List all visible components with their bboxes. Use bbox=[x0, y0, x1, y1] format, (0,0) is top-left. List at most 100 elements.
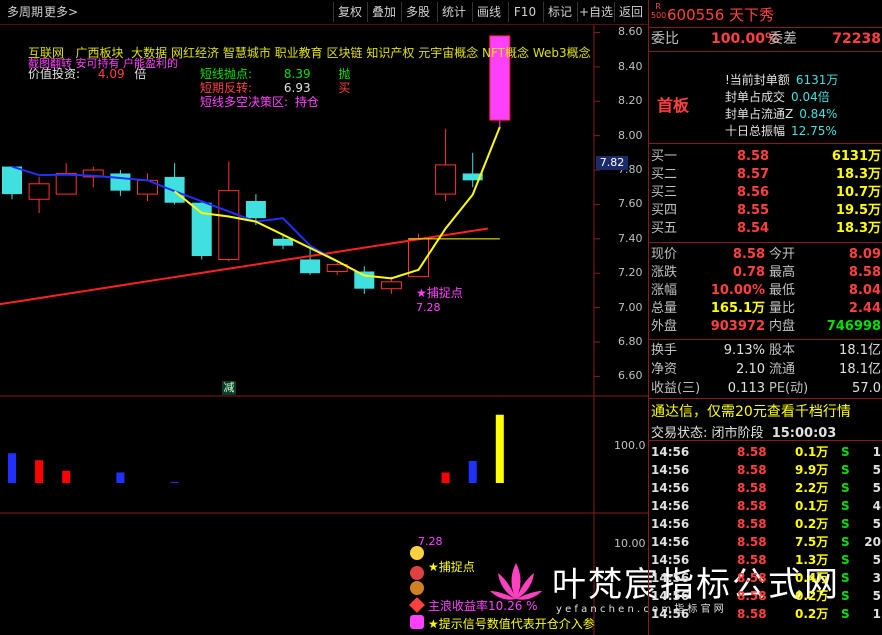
fuquan-button[interactable]: 复权 bbox=[333, 2, 366, 22]
tick-row: 14:56 8.58 9.9万 S 5 bbox=[651, 461, 881, 479]
stat-value: 903972 bbox=[710, 319, 765, 334]
stat2-label: 股本 bbox=[769, 343, 796, 358]
volume-bar bbox=[116, 472, 125, 483]
candle-body bbox=[28, 183, 50, 200]
buy-row[interactable]: 买一 8.58 6131万 bbox=[651, 148, 881, 166]
value-invest-unit: 倍 bbox=[134, 67, 147, 81]
short-reversal-tag: 买 bbox=[338, 81, 351, 95]
trade-time: 15:00:03 bbox=[771, 426, 837, 441]
tongji-button[interactable]: 统计 bbox=[437, 2, 470, 22]
stat-value: 10.00% bbox=[710, 283, 765, 298]
stat-label: 总量 bbox=[651, 301, 678, 316]
tick-time: 14:56 bbox=[651, 463, 690, 477]
tick-time: 14:56 bbox=[651, 535, 690, 549]
stat-value: 2.44 bbox=[848, 301, 881, 316]
concept-tag[interactable]: 知识产权 bbox=[366, 46, 414, 60]
huaxian-button[interactable]: 画线 bbox=[472, 2, 505, 22]
tick-time: 14:56 bbox=[651, 481, 690, 495]
back-button[interactable]: 返回 bbox=[614, 2, 647, 22]
tick-volume: 0.1万 bbox=[795, 445, 829, 459]
stat-label: 外盘 bbox=[651, 319, 678, 334]
trade-status-value: 闭市阶段 bbox=[711, 426, 764, 441]
divider bbox=[649, 440, 882, 441]
stat-value: 0.78 bbox=[732, 265, 765, 280]
buy-row[interactable]: 买二 8.57 18.3万 bbox=[651, 166, 881, 184]
tick-price: 8.58 bbox=[737, 481, 767, 495]
price-axis-label: 7.60 bbox=[618, 197, 643, 211]
divider bbox=[649, 27, 882, 28]
seal-row: 封单占流通Z 0.84% bbox=[725, 105, 837, 122]
candle-body bbox=[2, 166, 22, 195]
buy-row-price: 8.56 bbox=[737, 185, 770, 200]
tick-price: 8.58 bbox=[737, 517, 767, 531]
weicha-value: 72238 bbox=[832, 31, 881, 47]
lotus-logo-icon bbox=[488, 559, 544, 609]
tick-side: S bbox=[841, 553, 850, 567]
concept-tag[interactable]: 智慧城市 bbox=[223, 46, 271, 60]
f10-button[interactable]: F10 bbox=[508, 2, 541, 22]
stat-value: 8.09 bbox=[848, 247, 881, 262]
buy-row[interactable]: 买三 8.56 10.7万 bbox=[651, 184, 881, 202]
buy-row-price: 8.58 bbox=[737, 149, 770, 164]
buy-row-label: 买二 bbox=[651, 167, 678, 182]
weicha-label: 委差 bbox=[769, 31, 797, 47]
candle-body bbox=[218, 190, 240, 260]
stat2-row: 换手 9.13% 股本 18.1亿 bbox=[651, 342, 881, 360]
concept-tag[interactable]: 网红经济 bbox=[171, 46, 219, 60]
concept-tag[interactable]: 职业教育 bbox=[275, 46, 323, 60]
tick-row: 14:56 8.58 0.1万 S 4 bbox=[651, 497, 881, 515]
value-invest-label: 价值投资: bbox=[28, 67, 81, 81]
add-watchlist-button[interactable]: +自选 bbox=[577, 2, 614, 22]
value-invest-num: 4.09 bbox=[97, 67, 125, 81]
trophy-icon bbox=[410, 566, 424, 580]
tick-volume: 2.2万 bbox=[795, 481, 829, 495]
concept-tag[interactable]: 元宇宙概念 bbox=[418, 46, 478, 60]
seal-row-value: 12.75% bbox=[791, 124, 837, 138]
concept-tag[interactable]: NFT概念 bbox=[482, 46, 529, 60]
tick-price: 8.58 bbox=[737, 553, 767, 567]
promo-link[interactable]: 通达信，仅需20元查看千档行情 bbox=[651, 401, 851, 421]
stat2-value: 18.1亿 bbox=[839, 343, 881, 358]
stat2-value: 9.13% bbox=[723, 343, 765, 358]
tick-row: 14:56 8.58 0.2万 S 5 bbox=[651, 587, 881, 605]
stat2-row: 收益(三) 0.113 PE(动) 57.0 bbox=[651, 380, 881, 398]
tick-time: 14:56 bbox=[651, 517, 690, 531]
candle-body bbox=[191, 202, 212, 257]
concept-tag[interactable]: 区块链 bbox=[327, 46, 363, 60]
tick-count: 1 bbox=[872, 607, 881, 621]
stock-name: 天下秀 bbox=[729, 6, 775, 24]
divider bbox=[649, 339, 882, 340]
tick-time: 14:56 bbox=[651, 589, 690, 603]
tick-volume: 0.2万 bbox=[795, 517, 829, 531]
candle-body bbox=[300, 259, 321, 274]
bottom-capture: ★捕捉点 bbox=[428, 558, 475, 575]
more-button[interactable]: 更多> bbox=[40, 2, 82, 22]
duogu-button[interactable]: 多股 bbox=[401, 2, 434, 22]
price-axis-label: 7.40 bbox=[618, 231, 643, 245]
buy-row[interactable]: 买五 8.54 18.3万 bbox=[651, 220, 881, 238]
volume-bar bbox=[495, 414, 504, 483]
biaoji-button[interactable]: 标记 bbox=[543, 2, 576, 22]
seal-row-value: 6131万 bbox=[795, 73, 839, 87]
stat2-value: 2.10 bbox=[736, 362, 765, 377]
stat-label: 涨跌 bbox=[651, 265, 678, 280]
diejia-button[interactable]: 叠加 bbox=[367, 2, 400, 22]
kline-chart[interactable] bbox=[0, 25, 648, 635]
tick-time: 14:56 bbox=[651, 553, 690, 567]
tick-volume: 1.3万 bbox=[795, 553, 829, 567]
robot-icon bbox=[410, 615, 424, 629]
divider bbox=[649, 51, 882, 52]
tick-count: 3 bbox=[872, 571, 881, 585]
tick-volume: 7.5万 bbox=[795, 535, 829, 549]
badge-top: R bbox=[655, 2, 661, 11]
vol-axis-label: 100.0 bbox=[614, 439, 646, 452]
tick-row: 14:56 8.58 0.1万 S 1 bbox=[651, 443, 881, 461]
value-invest: 价值投资: 4.09 倍 bbox=[28, 65, 146, 82]
tick-count: 4 bbox=[872, 499, 881, 513]
chart-area[interactable]: 8.60 8.40 8.20 8.00 7.80 7.60 7.40 7.20 7.00 6.80… bbox=[0, 25, 838, 635]
tick-price: 8.58 bbox=[737, 535, 767, 549]
concept-tag[interactable]: Web3概念 bbox=[533, 46, 591, 60]
tick-time: 14:56 bbox=[651, 445, 690, 459]
tick-row: 14:56 8.58 2.2万 S 5 bbox=[651, 479, 881, 497]
buy-row[interactable]: 买四 8.55 19.5万 bbox=[651, 202, 881, 220]
